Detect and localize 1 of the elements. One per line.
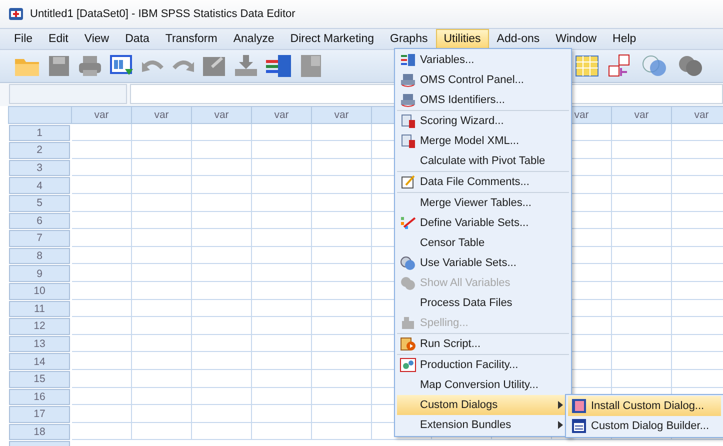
- window-title: Untitled1 [DataSet0] - IBM SPSS Statistics Data Editor: [30, 8, 296, 20]
